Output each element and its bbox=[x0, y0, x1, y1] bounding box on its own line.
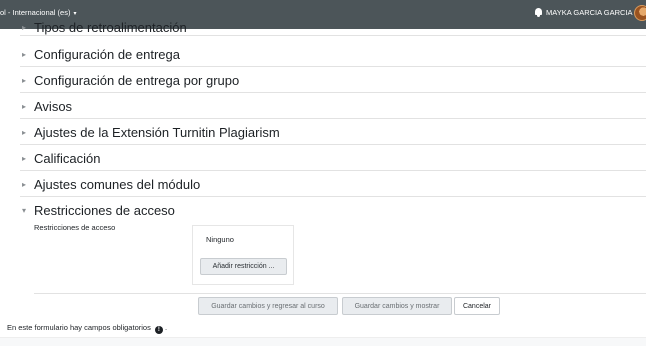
chevron-right-icon: ▸ bbox=[22, 50, 27, 59]
language-menu[interactable]: ol - Internacional (es) ▾ bbox=[0, 8, 76, 17]
section-turnitin[interactable]: ▸ Ajustes de la Extensión Turnitin Plagi… bbox=[20, 119, 646, 145]
required-note-text: En este formulario hay campos obligatori… bbox=[7, 323, 151, 332]
section-title: Ajustes comunes del módulo bbox=[34, 177, 201, 192]
restrictions-box: Ninguno Añadir restricción ... bbox=[192, 225, 294, 285]
chevron-right-icon: ▸ bbox=[22, 76, 27, 85]
required-note-suffix: . bbox=[165, 323, 168, 332]
section-calificacion[interactable]: ▸ Calificación bbox=[20, 145, 646, 171]
language-label: ol - Internacional (es) bbox=[0, 8, 71, 17]
section-title: Calificación bbox=[34, 151, 101, 166]
divider bbox=[34, 293, 646, 294]
chevron-right-icon: ▸ bbox=[22, 23, 27, 32]
section-title: Tipos de retroalimentación bbox=[34, 20, 187, 35]
restrictions-field-label: Restricciones de acceso bbox=[34, 223, 116, 232]
chevron-down-icon: ▾ bbox=[73, 11, 77, 17]
section-ajustes-comunes[interactable]: ▸ Ajustes comunes del módulo bbox=[20, 171, 646, 197]
section-tipos-retroalimentacion[interactable]: ▸ Tipos de retroalimentación bbox=[20, 19, 646, 36]
bell-icon[interactable] bbox=[534, 8, 544, 19]
chevron-right-icon: ▸ bbox=[22, 128, 27, 137]
exclamation-circle-icon: ! bbox=[154, 326, 163, 334]
section-configuracion-entrega[interactable]: ▸ Configuración de entrega bbox=[20, 41, 646, 67]
page-footer bbox=[0, 337, 646, 346]
chevron-right-icon: ▸ bbox=[22, 154, 27, 163]
section-title: Restricciones de acceso bbox=[34, 203, 175, 218]
section-restricciones-acceso[interactable]: ▾ Restricciones de acceso bbox=[20, 197, 646, 223]
section-title: Ajustes de la Extensión Turnitin Plagiar… bbox=[34, 125, 280, 140]
restrictions-value: Ninguno bbox=[206, 235, 234, 244]
settings-form: ▸ Tipos de retroalimentación ▸ Configura… bbox=[0, 20, 646, 346]
chevron-right-icon: ▸ bbox=[22, 180, 27, 189]
save-and-display-button[interactable]: Guardar cambios y mostrar bbox=[342, 297, 452, 315]
user-menu[interactable]: MAYKA GARCIA GARCIA bbox=[546, 8, 633, 17]
required-fields-note: En este formulario hay campos obligatori… bbox=[7, 323, 167, 334]
section-title: Configuración de entrega bbox=[34, 47, 180, 62]
save-and-return-button[interactable]: Guardar cambios y regresar al curso bbox=[198, 297, 338, 315]
section-title: Configuración de entrega por grupo bbox=[34, 73, 240, 88]
chevron-down-icon: ▾ bbox=[22, 206, 27, 215]
section-title: Avisos bbox=[34, 99, 73, 114]
section-configuracion-entrega-grupo[interactable]: ▸ Configuración de entrega por grupo bbox=[20, 67, 646, 93]
add-restriction-button[interactable]: Añadir restricción ... bbox=[200, 258, 287, 275]
section-avisos[interactable]: ▸ Avisos bbox=[20, 93, 646, 119]
chevron-right-icon: ▸ bbox=[22, 102, 27, 111]
cancel-button[interactable]: Cancelar bbox=[454, 297, 500, 315]
